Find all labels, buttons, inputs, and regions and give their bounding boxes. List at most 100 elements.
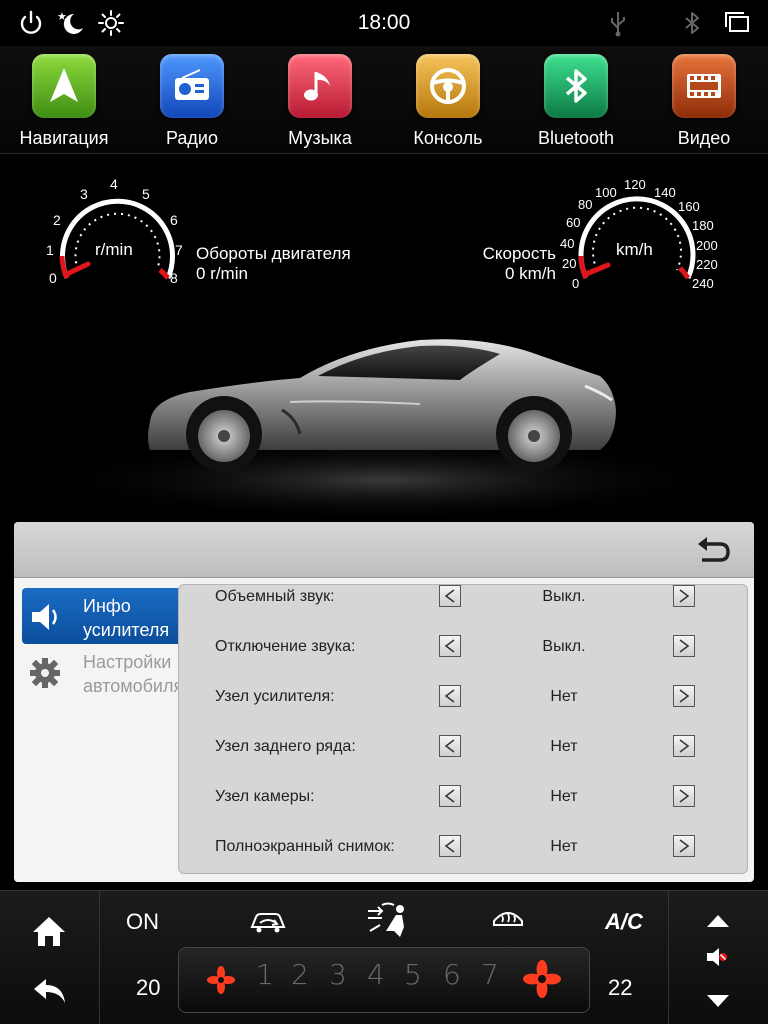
rpm-tick: 3	[80, 186, 88, 202]
speed-tick: 220	[696, 257, 718, 272]
speed-unit: km/h	[616, 240, 653, 259]
fan-icon[interactable]	[207, 966, 235, 994]
decrease-button[interactable]	[439, 585, 461, 607]
speed-tick: 60	[566, 215, 581, 230]
sidebar-item-label: Инфо усилителя	[83, 596, 170, 640]
back-arrow-icon[interactable]	[696, 534, 732, 566]
speed-tick: 80	[578, 197, 593, 212]
night-mode-icon[interactable]: ★	[55, 8, 85, 38]
row-value: Выкл.	[542, 588, 586, 605]
fan-level[interactable]: 7	[481, 958, 499, 991]
volume-up-icon[interactable]	[705, 913, 731, 929]
decrease-button[interactable]	[439, 735, 461, 757]
app-console[interactable]: Консоль	[384, 52, 512, 152]
mute-icon[interactable]	[705, 945, 731, 969]
rpm-tick: 7	[175, 242, 183, 258]
app-radio[interactable]: Радио	[128, 52, 256, 152]
speed-tick: 120	[624, 177, 646, 192]
left-temperature[interactable]: 20	[136, 975, 160, 1001]
settings-row-camera-unit: Узел камеры: Нет	[179, 775, 747, 825]
decrease-button[interactable]	[439, 785, 461, 807]
nav-controls-left	[0, 891, 100, 1024]
settings-row-fullscreen: Полноэкранный снимок: Нет	[179, 825, 747, 873]
home-icon[interactable]	[32, 915, 66, 947]
speed-value: 0 km/h	[504, 264, 556, 283]
car-image	[44, 339, 724, 522]
settings-row-surround: Объемный звук: Выкл.	[179, 585, 747, 625]
increase-button[interactable]	[673, 785, 695, 807]
settings-row-mute: Отключение звука: Выкл.	[179, 625, 747, 675]
bluetooth-icon	[544, 54, 608, 118]
row-value: Выкл.	[542, 638, 586, 655]
rpm-value: 0 r/min	[196, 264, 248, 283]
radio-icon	[160, 54, 224, 118]
decrease-button[interactable]	[439, 835, 461, 857]
increase-button[interactable]	[673, 685, 695, 707]
app-launcher-row: Навигация Радио Музыка Консоль Bluetooth…	[0, 46, 768, 154]
air-recirculation-icon[interactable]	[248, 907, 288, 937]
navigation-icon	[32, 54, 96, 118]
status-bar: ★ 18:00	[0, 0, 768, 46]
steering-wheel-icon	[416, 54, 480, 118]
defrost-icon[interactable]	[492, 907, 524, 935]
video-icon	[672, 54, 736, 118]
svg-text:★: ★	[57, 10, 67, 23]
row-value: Нет	[550, 788, 578, 805]
sidebar-item-car-settings[interactable]: Настройки автомобиля	[22, 644, 180, 700]
increase-button[interactable]	[673, 835, 695, 857]
rpm-tick: 6	[170, 212, 178, 228]
power-icon[interactable]	[16, 8, 46, 38]
speed-tick: 180	[692, 218, 714, 233]
recent-apps-icon[interactable]	[722, 8, 752, 38]
music-icon	[288, 54, 352, 118]
app-music[interactable]: Музыка	[256, 52, 384, 152]
decrease-button[interactable]	[439, 635, 461, 657]
fan-level[interactable]: 2	[291, 958, 309, 991]
app-label: Видео	[677, 128, 731, 148]
back-icon[interactable]	[32, 977, 68, 1005]
speed-title: Скорость	[482, 244, 556, 263]
row-label: Полноэкранный снимок:	[215, 838, 395, 855]
settings-list: Объемный звук: Выкл. Отключение звука: В…	[178, 584, 748, 874]
app-navigation[interactable]: Навигация	[0, 52, 128, 152]
speed-tick: 100	[595, 185, 617, 200]
fan-level[interactable]: 1	[256, 958, 274, 991]
brightness-icon[interactable]	[96, 8, 126, 38]
fan-level[interactable]: 4	[367, 958, 385, 991]
app-label: Музыка	[288, 128, 352, 148]
clock: 18:00	[357, 11, 411, 34]
app-bluetooth[interactable]: Bluetooth	[512, 52, 640, 152]
row-value: Нет	[550, 738, 578, 755]
row-label: Узел заднего ряда:	[215, 738, 356, 755]
increase-button[interactable]	[673, 635, 695, 657]
fan-level[interactable]: 3	[329, 958, 347, 991]
fan-level[interactable]: 6	[443, 958, 461, 991]
climate-bar: ON A/C 20 1 2 3 4 5 6 7 22	[0, 890, 768, 1024]
sidebar-item-amplifier-info[interactable]: Инфо усилителя	[22, 588, 180, 644]
rpm-tick: 0	[49, 270, 57, 286]
rpm-tick: 2	[53, 212, 61, 228]
decrease-button[interactable]	[439, 685, 461, 707]
row-label: Объемный звук:	[215, 588, 335, 605]
app-video[interactable]: Видео	[640, 52, 768, 152]
ac-button[interactable]: A/C	[605, 909, 643, 935]
volume-down-icon[interactable]	[705, 993, 731, 1009]
app-label: Навигация	[19, 128, 109, 148]
increase-button[interactable]	[673, 585, 695, 607]
increase-button[interactable]	[673, 735, 695, 757]
climate-power-button[interactable]: ON	[126, 909, 159, 935]
usb-icon	[603, 8, 633, 38]
app-label: Консоль	[413, 128, 483, 148]
gear-icon	[30, 658, 60, 688]
rpm-unit: r/min	[95, 240, 133, 259]
fan-icon[interactable]	[523, 960, 561, 998]
right-temperature[interactable]: 22	[608, 975, 632, 1001]
speed-tick: 0	[572, 276, 580, 291]
speed-tick: 160	[678, 199, 700, 214]
fan-speed-control[interactable]: 1 2 3 4 5 6 7	[178, 947, 590, 1013]
row-value: Нет	[550, 688, 578, 705]
airflow-mode-icon[interactable]	[366, 901, 410, 939]
bluetooth-icon	[677, 8, 707, 38]
speed-tick: 200	[696, 238, 718, 253]
fan-level[interactable]: 5	[404, 958, 422, 991]
